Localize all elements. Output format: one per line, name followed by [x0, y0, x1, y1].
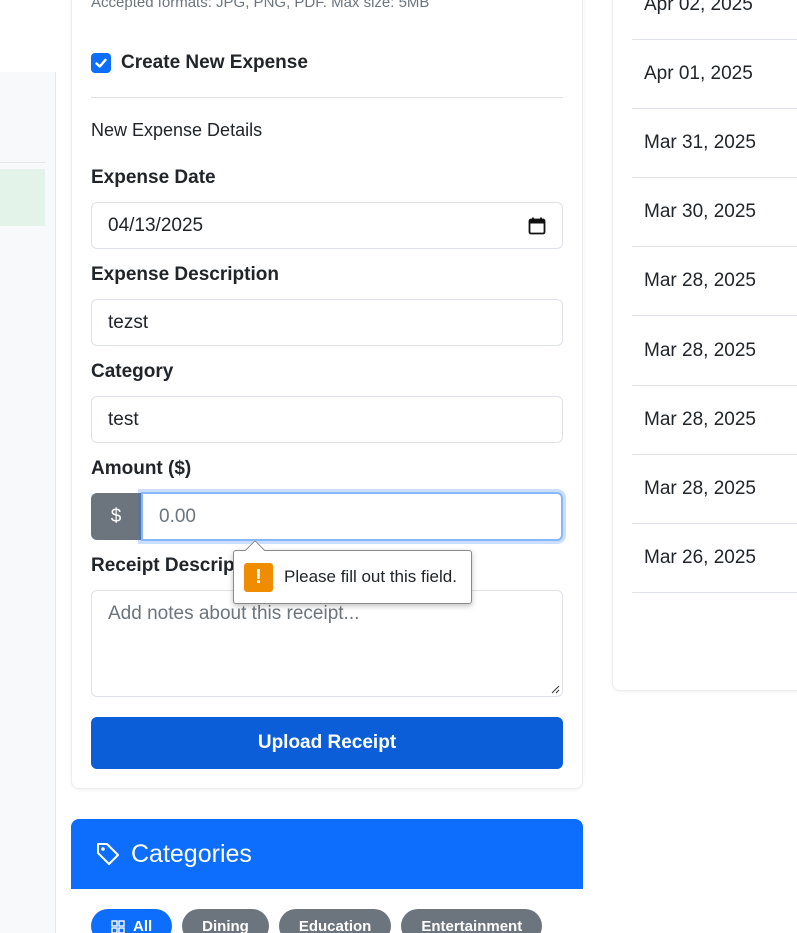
list-item[interactable]: Mar 28, 2025: [632, 455, 797, 524]
amount-label: Amount ($): [91, 458, 192, 479]
chip-label: Education: [298, 918, 372, 933]
receipt-description-textarea[interactable]: Add notes about this receipt...: [91, 590, 563, 697]
validation-tooltip: ! Please fill out this field.: [233, 540, 472, 604]
sidebar-item-active[interactable]: [0, 169, 45, 226]
list-item[interactable]: Apr 01, 2025: [632, 40, 797, 109]
create-expense-checkbox[interactable]: [91, 53, 111, 73]
chip-label: Dining: [202, 918, 249, 933]
amount-placeholder: 0.00: [159, 505, 196, 527]
chip-entertainment[interactable]: Entertainment: [401, 909, 543, 933]
chip-all[interactable]: All: [91, 909, 173, 933]
expense-description-input[interactable]: tezst: [91, 299, 563, 346]
expense-date-value: 04/13/2025: [108, 214, 204, 236]
upload-receipt-button[interactable]: Upload Receipt: [91, 717, 563, 769]
expense-description-value: tezst: [108, 311, 149, 333]
section-divider: [91, 97, 563, 98]
categories-card: Categories All Dining Education Entertai…: [71, 819, 583, 933]
amount-input[interactable]: 0.00: [141, 492, 563, 541]
list-item[interactable]: Mar 28, 2025: [632, 247, 797, 316]
categories-header: Categories: [71, 819, 583, 889]
list-item[interactable]: Mar 30, 2025: [632, 178, 797, 247]
expense-date-input[interactable]: 04/13/2025: [91, 202, 563, 249]
grid-icon: [111, 920, 125, 933]
page: Accepted formats: JPG, PNG, PDF. Max siz…: [0, 0, 797, 933]
chip-education[interactable]: Education: [278, 909, 392, 933]
check-icon: [95, 58, 107, 68]
warning-icon: !: [244, 562, 273, 592]
sidebar-divider: [0, 162, 45, 163]
category-chips: All Dining Education Entertainment: [91, 909, 543, 933]
list-item[interactable]: Apr 02, 2025: [632, 0, 797, 40]
format-hint: Accepted formats: JPG, PNG, PDF. Max siz…: [91, 0, 430, 11]
amount-input-group: $ 0.00: [91, 492, 563, 541]
create-expense-label: Create New Expense: [121, 52, 308, 73]
expense-date-label: Expense Date: [91, 167, 216, 188]
create-expense-toggle[interactable]: Create New Expense: [91, 52, 308, 74]
sidebar: [0, 72, 56, 933]
chip-label: Entertainment: [421, 918, 523, 933]
calendar-icon[interactable]: [528, 217, 546, 235]
list-item[interactable]: Mar 26, 2025: [632, 524, 797, 593]
list-item[interactable]: Mar 28, 2025: [632, 317, 797, 386]
section-title: New Expense Details: [91, 120, 263, 140]
category-value: test: [108, 408, 139, 430]
chip-dining[interactable]: Dining: [182, 909, 269, 933]
validation-message: Please fill out this field.: [284, 567, 457, 586]
category-input[interactable]: test: [91, 396, 563, 443]
list-item[interactable]: Mar 31, 2025: [632, 109, 797, 178]
expense-description-label: Expense Description: [91, 264, 279, 285]
receipt-description-placeholder: Add notes about this receipt...: [108, 603, 360, 624]
currency-prefix: $: [91, 493, 141, 540]
tags-icon: [97, 843, 119, 865]
resize-handle-icon[interactable]: [550, 684, 560, 694]
list-item[interactable]: Mar 28, 2025: [632, 386, 797, 455]
category-label: Category: [91, 361, 174, 382]
categories-title: Categories: [131, 839, 252, 868]
chip-label: All: [133, 918, 153, 933]
